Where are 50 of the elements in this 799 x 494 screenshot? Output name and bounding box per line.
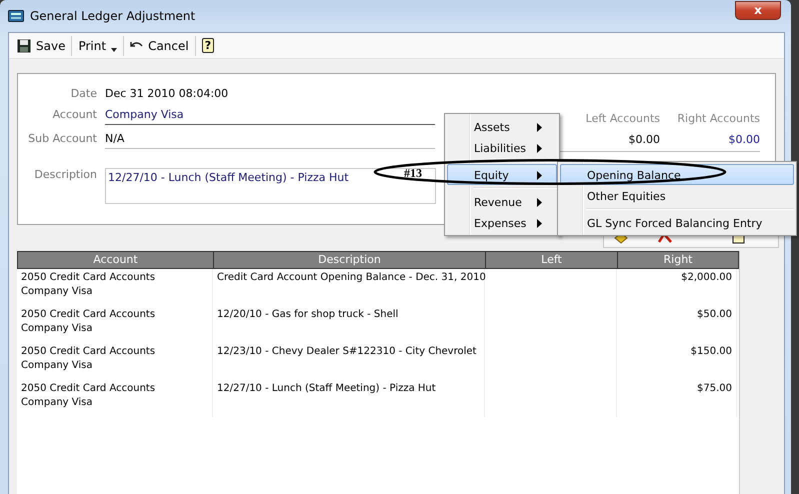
field-label: Date [70, 87, 98, 100]
table-cell-text: Company Visa [21, 359, 94, 373]
menu-item[interactable]: Revenue [447, 191, 557, 212]
input-field[interactable]: N/A [105, 132, 435, 149]
table-cell: 12/20/10 - Gas for shop truck - Shell [217, 309, 398, 320]
input-field[interactable]: Company Visa [105, 108, 435, 125]
menu-item[interactable]: Assets [447, 116, 557, 137]
column-label: Right Accounts [676, 112, 760, 127]
cancel-button[interactable]: Cancel [124, 34, 195, 56]
table-cell-text: Company Visa [21, 322, 94, 336]
window-title: General Ledger Adjustment [30, 9, 196, 23]
submenu-arrow-icon [537, 219, 542, 228]
column-header[interactable]: Account [18, 252, 214, 268]
table-cell-text: 2050 Credit Card Accounts [21, 345, 156, 359]
submenu-arrow-icon [537, 171, 542, 180]
date-value: Dec 31 2010 08:04:00 [105, 87, 230, 100]
table-cell: $150.00 [690, 346, 732, 357]
menu-item[interactable]: Expenses [447, 212, 557, 233]
submenu-arrow-icon [537, 123, 542, 132]
column-header[interactable]: Left [486, 252, 618, 268]
calculator-icon [8, 10, 24, 22]
amount-value: $0.00 [660, 133, 760, 152]
save-button[interactable]: Save [11, 34, 72, 56]
table-cell: Credit Card Account Opening Balance - Dec. 31, 2010 [217, 272, 486, 283]
table-cell-text: 2050 Credit Card Accounts [21, 308, 156, 322]
help-button[interactable]: ? [196, 34, 220, 56]
field-label: Account [52, 108, 98, 121]
table-cell: 12/23/10 - Chevy Dealer S#122310 - City Chevrolet [217, 346, 476, 357]
print-button[interactable]: Print [72, 34, 124, 56]
field-label: Sub Account [27, 132, 98, 145]
submenu-arrow-icon [537, 144, 542, 153]
table-cell: $50.00 [697, 309, 732, 320]
field-label: Description [33, 168, 98, 181]
column-header[interactable]: Right [618, 252, 738, 268]
table-cell-text: Company Visa [21, 285, 94, 299]
table-cell-text: 2050 Credit Card Accounts [21, 271, 156, 285]
table-cell-text: 2050 Credit Card Accounts [21, 382, 156, 396]
submenu-arrow-icon [537, 198, 542, 207]
caret-icon [111, 48, 118, 52]
table-cell: $75.00 [697, 383, 732, 394]
menu-item[interactable]: Liabilities [447, 137, 557, 158]
annotation-label: #13 [404, 166, 422, 181]
column-label: Left Accounts [584, 112, 660, 127]
table-cell-text: Company Visa [21, 396, 94, 410]
table-cell: 12/27/10 - Lunch (Staff Meeting) - Pizza Hut [217, 383, 436, 394]
menu-item[interactable]: Other Equities [560, 185, 794, 206]
column-header[interactable]: Description [214, 252, 486, 268]
close-button[interactable]: x [735, 0, 781, 20]
table-cell: $2,000.00 [681, 272, 732, 283]
menu-item[interactable]: GL Sync Forced Balancing Entry [560, 212, 794, 233]
